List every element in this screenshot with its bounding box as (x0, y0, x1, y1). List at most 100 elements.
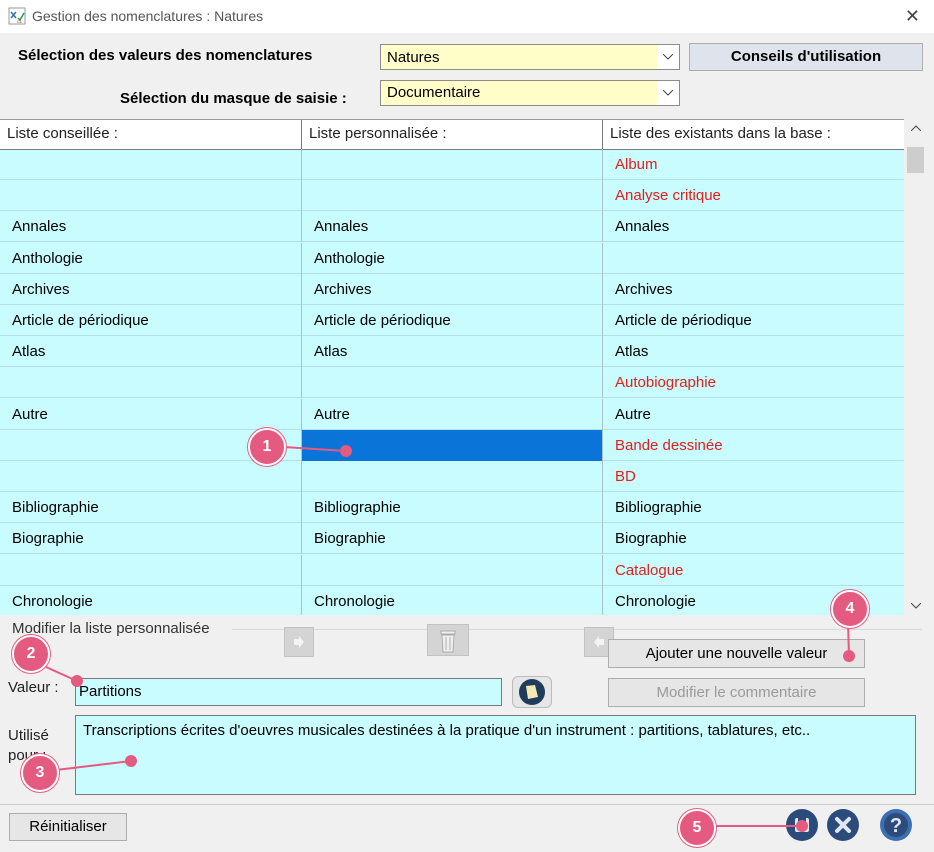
table-row[interactable]: Annales Annales Annales (0, 211, 904, 243)
cell-existing[interactable]: Bibliographie (603, 492, 904, 523)
table-row[interactable]: Bande dessinée (0, 429, 904, 461)
cell-existing[interactable]: Archives (603, 274, 904, 305)
scroll-down-icon[interactable] (911, 603, 921, 609)
cell-recommended[interactable]: Atlas (0, 336, 302, 368)
mask-label: Sélection du masque de saisie : (120, 90, 347, 107)
cell-existing[interactable]: Biographie (603, 523, 904, 554)
cell-custom[interactable]: Bibliographie (302, 492, 603, 524)
table-row[interactable]: Autre Autre Autre (0, 398, 904, 430)
cell-custom[interactable]: Autre (302, 398, 603, 430)
header-recommended[interactable]: Liste conseillée : (0, 120, 302, 149)
cell-custom[interactable]: Article de périodique (302, 305, 603, 336)
cell-existing[interactable]: Autre (603, 399, 904, 430)
cell-existing[interactable]: Bande dessinée (603, 430, 904, 461)
table-row[interactable]: Album (0, 149, 904, 180)
cell-recommended[interactable] (0, 149, 302, 180)
chevron-down-icon[interactable] (657, 81, 679, 105)
cell-existing[interactable]: Atlas (603, 336, 904, 367)
annotation-badge-2: 2 (12, 635, 50, 673)
cell-custom[interactable] (302, 367, 603, 399)
mask-value: Documentaire (387, 84, 481, 101)
cell-existing[interactable]: Analyse critique (603, 180, 904, 211)
nomenclature-label: Sélection des valeurs des nomenclatures (18, 47, 313, 64)
cell-custom[interactable]: Biographie (302, 523, 603, 555)
comment-button[interactable] (512, 676, 552, 708)
modify-comment-button[interactable]: Modifier le commentaire (608, 678, 865, 707)
window-title: Gestion des nomenclatures : Natures (32, 8, 264, 24)
save-button[interactable] (785, 808, 819, 842)
cell-recommended[interactable]: Chronologie (0, 585, 302, 615)
svg-text:?: ? (890, 815, 902, 837)
scroll-thumb[interactable] (907, 147, 924, 173)
cell-custom[interactable]: Anthologie (302, 242, 603, 274)
table-row[interactable]: Analyse critique (0, 180, 904, 212)
help-icon: ? (880, 809, 912, 841)
cell-custom[interactable]: Chronologie (302, 585, 603, 615)
cell-recommended[interactable]: Anthologie (0, 242, 302, 274)
cell-existing[interactable]: BD (603, 461, 904, 492)
arrow-right-icon (294, 636, 304, 648)
cell-custom[interactable] (302, 554, 603, 586)
cell-custom[interactable]: Annales (302, 211, 603, 243)
scroll-up-icon[interactable] (911, 125, 921, 131)
reset-button[interactable]: Réinitialiser (9, 813, 127, 841)
save-icon (786, 809, 818, 841)
table-row[interactable]: Biographie Biographie Biographie (0, 523, 904, 555)
table-row[interactable]: BD (0, 461, 904, 492)
add-value-button[interactable]: Ajouter une nouvelle valeur (608, 639, 865, 668)
cell-custom[interactable] (302, 149, 603, 180)
svg-text:CL: CL (17, 19, 23, 24)
header-existing[interactable]: Liste des existants dans la base : (603, 120, 904, 149)
cell-custom[interactable]: Archives (302, 273, 603, 305)
cell-existing[interactable]: Annales (603, 211, 904, 242)
cell-custom[interactable] (302, 429, 603, 461)
annotation-badge-1: 1 (248, 428, 286, 466)
table-row[interactable]: Archives Archives Archives (0, 273, 904, 305)
table-row[interactable]: Bibliographie Bibliographie Bibliographie (0, 492, 904, 524)
cell-existing[interactable]: Catalogue (603, 555, 904, 586)
table-row[interactable]: Catalogue (0, 554, 904, 586)
table-row[interactable]: Atlas Atlas Atlas (0, 336, 904, 368)
annotation-badge-5: 5 (678, 809, 716, 847)
cell-recommended[interactable]: Annales (0, 211, 302, 243)
mask-select[interactable]: Documentaire (380, 80, 680, 106)
cell-existing[interactable]: Album (603, 149, 904, 180)
close-icon[interactable]: ✕ (905, 6, 920, 27)
cell-recommended[interactable]: Biographie (0, 523, 302, 555)
used-for-textarea[interactable]: Transcriptions écrites d'oeuvres musical… (75, 715, 916, 795)
cell-existing[interactable]: Article de périodique (603, 305, 904, 336)
advice-button[interactable]: Conseils d'utilisation (689, 43, 923, 71)
delete-button[interactable] (427, 624, 469, 656)
cancel-button[interactable] (826, 808, 860, 842)
close-icon (827, 809, 859, 841)
cell-recommended[interactable] (0, 554, 302, 586)
grid-scrollbar[interactable] (904, 119, 928, 615)
chevron-down-icon[interactable] (657, 45, 679, 69)
cell-recommended[interactable]: Archives (0, 273, 302, 305)
table-row[interactable]: Anthologie Anthologie (0, 242, 904, 274)
cell-recommended[interactable]: Autre (0, 398, 302, 430)
cell-custom[interactable] (302, 461, 603, 492)
table-row[interactable]: Article de périodique Article de périodiq… (0, 305, 904, 336)
cell-recommended[interactable]: Bibliographie (0, 492, 302, 524)
nomenclature-grid: Liste conseillée : Liste personnalisée :… (0, 119, 904, 615)
used-for-label-1: Utilisé (8, 727, 49, 744)
grid-header: Liste conseillée : Liste personnalisée :… (0, 119, 904, 150)
value-label: Valeur : (8, 679, 59, 696)
cell-recommended[interactable]: Article de périodique (0, 305, 302, 336)
app-icon: CL (8, 7, 26, 25)
cell-custom[interactable] (302, 180, 603, 212)
nomenclature-select[interactable]: Natures (380, 44, 680, 70)
move-right-button[interactable] (284, 627, 314, 657)
cell-recommended[interactable] (0, 367, 302, 399)
cell-recommended[interactable] (0, 180, 302, 212)
value-input[interactable]: Partitions (75, 678, 502, 706)
table-row[interactable]: Chronologie Chronologie Chronologie (0, 585, 904, 615)
table-row[interactable]: Autobiographie (0, 367, 904, 399)
cell-existing[interactable]: Autobiographie (603, 367, 904, 398)
cell-recommended[interactable] (0, 461, 302, 492)
header-custom[interactable]: Liste personnalisée : (302, 120, 603, 149)
cell-existing[interactable] (603, 243, 904, 274)
help-button[interactable]: ? (879, 808, 913, 842)
cell-custom[interactable]: Atlas (302, 336, 603, 368)
